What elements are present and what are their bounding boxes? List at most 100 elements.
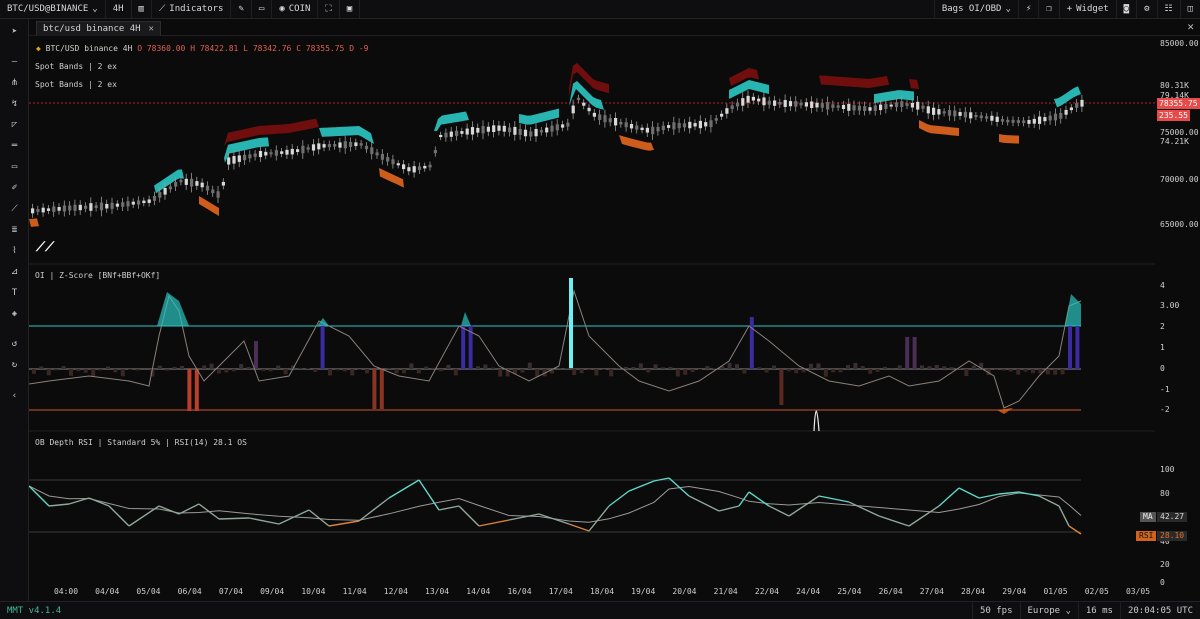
- candle-body: [725, 108, 729, 114]
- redo-button[interactable]: ↻: [6, 356, 23, 373]
- main-title: BTC/USD binance 4H: [45, 44, 133, 53]
- oi-bar: [631, 366, 636, 369]
- brush-tool[interactable]: ✐: [6, 179, 23, 196]
- folder-button[interactable]: ▭: [252, 0, 273, 19]
- tab-chart[interactable]: btc/usd binance 4H ✕: [36, 21, 161, 36]
- robot-button[interactable]: ☷: [1156, 0, 1180, 19]
- oi-bar: [764, 369, 769, 373]
- alerts-button[interactable]: ⚡: [1017, 0, 1038, 19]
- oi-bar: [157, 365, 162, 369]
- candle-body: [137, 200, 141, 205]
- candle-body: [243, 154, 247, 161]
- candle-body: [894, 102, 899, 108]
- trend-icon: ⟋: [11, 203, 18, 214]
- oi-bar: [638, 363, 643, 369]
- horizontal-line-icon: —: [11, 56, 18, 67]
- trend-tool[interactable]: ⟋: [6, 200, 23, 217]
- close-pane-icon[interactable]: ✕: [1187, 20, 1194, 33]
- horizontal-line-tool[interactable]: —: [6, 53, 23, 70]
- oi-bar: [579, 369, 584, 374]
- oi-axis-label: 0: [1160, 364, 1165, 373]
- region-label: Europe: [1027, 605, 1061, 616]
- nodes-tool[interactable]: ⋔: [6, 74, 23, 91]
- measure-tool[interactable]: ⊿: [6, 263, 23, 280]
- oi-axis-label: 4: [1160, 281, 1165, 290]
- candle-body: [296, 149, 300, 152]
- oi-legend[interactable]: OI | Z-Score [BNf+BBf+OKf]: [35, 271, 160, 280]
- candle-body: [815, 102, 819, 108]
- region-selector[interactable]: Europe ⌄: [1019, 601, 1078, 619]
- fps-label: 50 fps: [972, 601, 1020, 619]
- cursor-tool[interactable]: ➤: [6, 23, 23, 40]
- candle-body: [502, 125, 506, 132]
- close-icon[interactable]: ✕: [149, 24, 154, 34]
- collapse-toolbar-button[interactable]: ‹: [6, 387, 23, 404]
- fib-tool[interactable]: ≣: [6, 221, 23, 238]
- oi-bar: [934, 365, 939, 369]
- candle-body: [831, 104, 835, 108]
- candle-body: [751, 96, 755, 101]
- candle-body: [836, 105, 840, 108]
- oi-bar: [187, 369, 192, 411]
- candle-body: [820, 103, 824, 108]
- candle-body: [349, 142, 353, 147]
- dropdown-button[interactable]: ▣: [340, 0, 361, 19]
- draw-button[interactable]: ✎: [231, 0, 252, 19]
- oi-bar: [1068, 325, 1072, 369]
- time-axis-label: 22/04: [754, 587, 779, 596]
- app-window: BTC/USD@BINANCE ⌄ 4H ▥ ⟋ Indicators ✎ ▭ …: [0, 0, 1200, 619]
- screenshot-button[interactable]: ◙: [1115, 0, 1136, 19]
- oi-bar: [180, 365, 184, 369]
- oi-bar: [365, 369, 369, 374]
- coin-button[interactable]: ◉ COIN: [272, 0, 319, 19]
- candle-body: [656, 126, 660, 132]
- folder-icon: ▭: [258, 4, 265, 14]
- fullscreen-button[interactable]: ⛶: [318, 0, 340, 19]
- candle-body: [942, 111, 946, 114]
- path-tool[interactable]: ↯: [6, 95, 23, 112]
- candle-body: [407, 167, 411, 172]
- undo-button[interactable]: ↺: [6, 335, 23, 352]
- candle-body: [131, 201, 135, 205]
- settings-button[interactable]: ⚙: [1136, 0, 1156, 19]
- main-legend: ◆ BTC/USD binance 4H O 78360.00 H 78422.…: [36, 44, 368, 53]
- symbol-selector[interactable]: BTC/USD@BINANCE ⌄: [0, 0, 106, 19]
- candle-body: [555, 124, 559, 131]
- candle-body: [534, 128, 538, 137]
- chevron-down-icon: ⌄: [1060, 605, 1071, 616]
- oi-bar: [194, 369, 199, 411]
- candle-body: [958, 112, 962, 116]
- rsi-legend[interactable]: OB Depth RSI | Standard 5% | RSI(14) 28.…: [35, 438, 247, 447]
- parallel-tool[interactable]: ═: [6, 137, 23, 154]
- interval-selector[interactable]: 4H: [106, 0, 132, 19]
- candle-body: [57, 207, 61, 211]
- time-axis-label: 25/04: [837, 587, 862, 596]
- indicators-button[interactable]: ⟋ Indicators: [152, 0, 232, 19]
- rectangle-tool[interactable]: ▭: [6, 158, 23, 175]
- split-button[interactable]: ◫: [1179, 0, 1200, 19]
- time-axis-label: 21/04: [713, 587, 738, 596]
- tab-bar: btc/usd binance 4H ✕ ✕: [29, 19, 1200, 36]
- chart-area[interactable]: [29, 36, 1155, 601]
- candle-body: [1043, 117, 1047, 122]
- chart-type-button[interactable]: ▥: [132, 0, 152, 19]
- ray-tool[interactable]: ◸: [6, 116, 23, 133]
- oi-bar: [624, 366, 628, 369]
- oi-bar: [535, 369, 540, 377]
- price-axis-label: 85000.00: [1160, 39, 1199, 48]
- binance-icon: ◆: [36, 44, 41, 53]
- ohlc-open: O 78360.00: [137, 44, 186, 53]
- overlay-legend-2[interactable]: Spot Bands | 2 ex: [35, 80, 117, 89]
- candle-body: [513, 126, 517, 135]
- add-widget-button[interactable]: + Widget: [1058, 0, 1116, 19]
- oi-bar: [320, 325, 325, 369]
- overlay-legend-1[interactable]: Spot Bands | 2 ex: [35, 62, 117, 71]
- candle-body: [190, 178, 194, 187]
- ruler-tool[interactable]: ⌇: [6, 242, 23, 259]
- copy-button[interactable]: ❐: [1038, 0, 1058, 19]
- layout-selector[interactable]: Bags OI/OBD ⌄: [933, 0, 1018, 19]
- oi-bar: [661, 367, 665, 369]
- candle-body: [152, 195, 157, 201]
- text-tool[interactable]: T: [6, 284, 23, 301]
- layers-tool[interactable]: ◈: [6, 305, 23, 322]
